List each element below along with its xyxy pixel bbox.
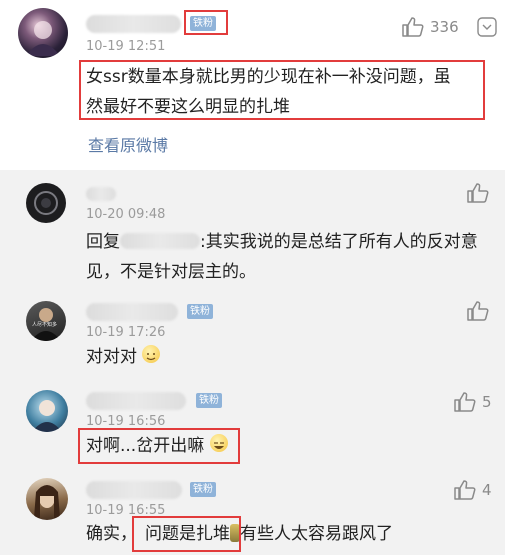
- fan-badge: 铁粉: [187, 304, 213, 319]
- username-blurred[interactable]: [86, 187, 116, 201]
- view-original-link[interactable]: 查看原微博: [88, 132, 168, 156]
- like-count: 5: [482, 393, 492, 411]
- reply-time: 10-20 09:48: [86, 207, 166, 222]
- svg-text:人尽不知多: 人尽不知多: [32, 321, 57, 328]
- highlight-box: [79, 60, 485, 120]
- like-button[interactable]: 5: [454, 392, 492, 412]
- avatar-person-icon: [34, 485, 60, 518]
- reply-text: :其实我说的是总结了所有人的反对意: [200, 232, 478, 252]
- reply-text-line2: 见，不是针对层主的。: [86, 262, 256, 282]
- avatar-art-icon: [32, 400, 62, 432]
- highlight-box: [78, 428, 240, 464]
- like-button[interactable]: 336: [402, 17, 459, 37]
- like-button[interactable]: 4: [454, 480, 492, 500]
- thumbs-up-icon: [454, 392, 476, 412]
- thumbs-up-icon: [454, 480, 476, 500]
- main-comment: 铁粉 10-19 12:51 336 女ssr数量本身就比男的少现在补一补没问题…: [0, 0, 505, 170]
- avatar-person-icon: 人尽不知多: [31, 308, 61, 341]
- username-blurred[interactable]: [86, 392, 186, 410]
- highlight-box: [184, 10, 228, 35]
- like-button[interactable]: [467, 301, 489, 321]
- thumbs-up-icon: [467, 183, 489, 203]
- fan-badge: 铁粉: [196, 393, 222, 408]
- avatar-art-icon: [26, 21, 60, 56]
- comment-time: 10-19 12:51: [86, 39, 166, 54]
- reply-prefix: 回复: [86, 232, 120, 252]
- more-icon: [477, 17, 497, 37]
- smile-emoji-icon: [142, 345, 161, 363]
- avatar[interactable]: [26, 478, 68, 520]
- reply-text: 对对对: [86, 342, 161, 372]
- username-blurred[interactable]: [86, 15, 181, 33]
- highlight-box: [132, 516, 241, 552]
- avatar[interactable]: [26, 183, 66, 223]
- avatar-ring-icon: [34, 191, 58, 215]
- reply-text-line1: 回复 :其实我说的是总结了所有人的反对意: [86, 227, 478, 257]
- avatar[interactable]: 人尽不知多: [26, 301, 66, 341]
- username-blurred[interactable]: [86, 481, 182, 499]
- avatar[interactable]: [18, 8, 68, 58]
- thumbs-up-icon: [402, 17, 424, 37]
- fan-badge: 铁粉: [190, 482, 216, 497]
- avatar[interactable]: [26, 390, 68, 432]
- like-count: 336: [430, 18, 459, 36]
- reply-list: 10-20 09:48 回复 :其实我说的是总结了所有人的反对意 见，不是针对层主…: [0, 170, 505, 555]
- like-button[interactable]: [467, 183, 489, 203]
- reply-time: 10-19 16:56: [86, 414, 166, 429]
- mention-blurred[interactable]: [120, 233, 200, 249]
- reply-time: 10-19 17:26: [86, 325, 166, 340]
- like-count: 4: [482, 481, 492, 499]
- username-blurred[interactable]: [86, 303, 178, 321]
- more-options-button[interactable]: [477, 17, 497, 41]
- thumbs-up-icon: [467, 301, 489, 321]
